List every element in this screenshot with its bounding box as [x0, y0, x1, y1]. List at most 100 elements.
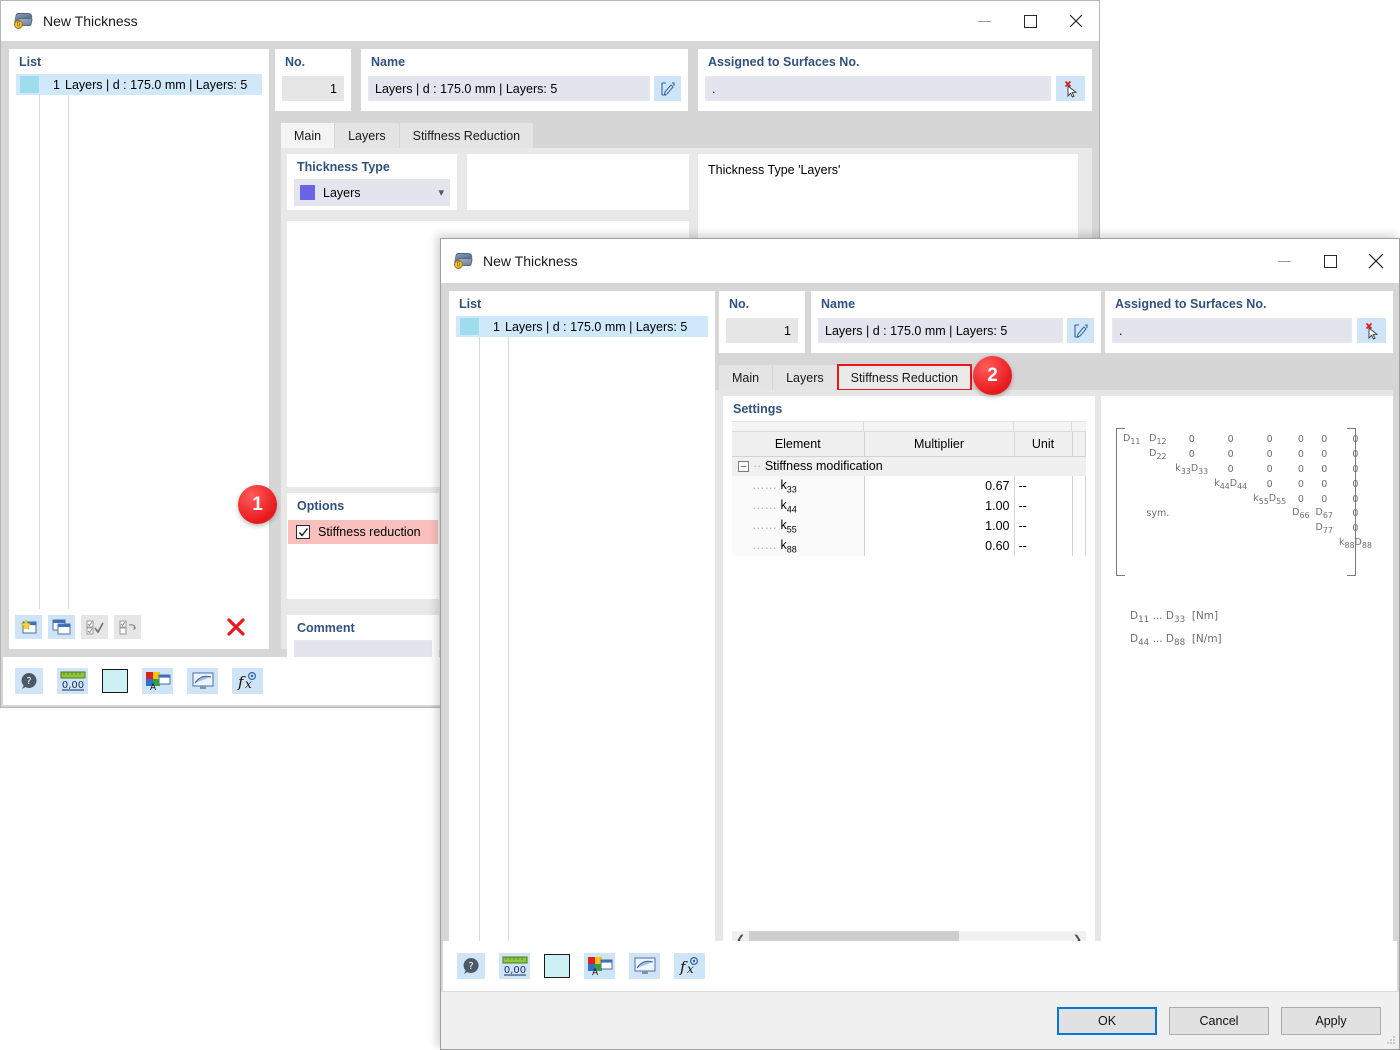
- cancel-button[interactable]: Cancel: [1169, 1006, 1269, 1035]
- maximize-icon[interactable]: [1307, 239, 1353, 283]
- select-all-icon[interactable]: [81, 615, 108, 639]
- settings-group: Settings Element Multiplier Unit – ·· St…: [723, 396, 1095, 987]
- tab-stiffness-reduction[interactable]: Stiffness Reduction: [399, 123, 534, 148]
- svg-text:A: A: [150, 683, 157, 691]
- no-title-dialog2: No.: [729, 297, 750, 311]
- matrix-table: D11 D12 0 0 0 0 0 0 D22 0 0 0 0 0 0 k33D33 0 0 0 0 0 k44D4…: [1120, 432, 1375, 551]
- stiffness-reduction-checkbox[interactable]: Stiffness reduction: [288, 520, 438, 544]
- settings-title: Settings: [733, 402, 783, 416]
- m-4-4: k55D55: [1253, 492, 1287, 506]
- list-box-dialog1[interactable]: 1 Layers | d : 175.0 mm | Layers: 5: [16, 74, 262, 642]
- table-row[interactable]: …… k55 1.00 --: [732, 516, 1086, 536]
- color-swatch-icon[interactable]: [544, 954, 570, 978]
- edit-name-icon[interactable]: [654, 76, 681, 101]
- settings-table[interactable]: Element Multiplier Unit – ·· Stiffness mo…: [732, 421, 1086, 931]
- table-row[interactable]: …… k88 0.60 --: [732, 536, 1086, 556]
- resize-grip[interactable]: [1384, 1034, 1396, 1046]
- thickness-type-combo[interactable]: Layers ▾: [294, 179, 450, 206]
- invert-selection-icon[interactable]: [114, 615, 141, 639]
- name-field-dialog2[interactable]: Layers | d : 175.0 mm | Layers: 5: [818, 318, 1063, 343]
- list-box-dialog2[interactable]: 1 Layers | d : 175.0 mm | Layers: 5: [456, 316, 708, 944]
- close-icon[interactable]: [1053, 1, 1099, 41]
- text-format-icon[interactable]: A: [584, 953, 615, 979]
- list-group-dialog2: List 1 Layers | d : 175.0 mm | Layers: 5: [449, 291, 715, 993]
- multiplier-value[interactable]: 1.00: [864, 516, 1015, 536]
- list-column-separator: [68, 95, 69, 642]
- options-title: Options: [297, 499, 345, 513]
- thickness-type-color-swatch: [300, 185, 315, 200]
- column-header-multiplier[interactable]: Multiplier: [864, 432, 1015, 457]
- tab-main[interactable]: Main: [719, 365, 773, 390]
- name-field-dialog1[interactable]: Layers | d : 175.0 mm | Layers: 5: [368, 76, 650, 101]
- matrix-legend-line-1: D11 ... D33 [Nm]: [1130, 610, 1219, 626]
- m-1-5: 0: [1297, 448, 1304, 460]
- tab-main[interactable]: Main: [281, 123, 335, 148]
- matrix-row: k55D55 0 0 0: [1120, 492, 1375, 507]
- m-2-2: k33D33: [1175, 462, 1209, 476]
- help-icon[interactable]: ?: [457, 953, 485, 979]
- multiplier-value[interactable]: 0.67: [864, 476, 1015, 496]
- matrix-row: k44D44 0 0 0 0: [1120, 477, 1375, 492]
- chevron-down-icon[interactable]: ▾: [438, 186, 444, 199]
- table-group-row[interactable]: – ·· Stiffness modification: [732, 456, 1086, 476]
- matrix-row: k33D33 0 0 0 0 0: [1120, 462, 1375, 477]
- m-2-6: 0: [1321, 463, 1328, 475]
- delete-icon[interactable]: [222, 615, 249, 639]
- formula-icon[interactable]: f x: [674, 953, 705, 979]
- display-icon[interactable]: [629, 953, 660, 979]
- display-icon[interactable]: [187, 668, 218, 694]
- tab-layers[interactable]: Layers: [335, 123, 399, 148]
- no-field-dialog2[interactable]: 1: [726, 318, 798, 343]
- collapse-icon[interactable]: –: [738, 461, 749, 473]
- matrix-row: k88D88: [1120, 536, 1375, 551]
- pick-surfaces-icon[interactable]: [1357, 318, 1386, 343]
- list-item[interactable]: 1 Layers | d : 175.0 mm | Layers: 5: [456, 316, 708, 337]
- formula-icon[interactable]: f x: [232, 668, 263, 694]
- tabs-dialog1: Main Layers Stiffness Reduction: [281, 123, 534, 148]
- minimize-icon[interactable]: [961, 1, 1007, 41]
- apply-button[interactable]: Apply: [1281, 1006, 1381, 1035]
- m-1-4: 0: [1266, 448, 1273, 460]
- assigned-title-dialog1: Assigned to Surfaces No.: [708, 55, 860, 69]
- help-icon[interactable]: ?: [15, 668, 43, 694]
- matrix-row: D77 0: [1120, 521, 1375, 536]
- tab-stiffness-reduction[interactable]: Stiffness Reduction: [836, 364, 973, 391]
- list-color-swatch: [460, 318, 479, 335]
- multiplier-value[interactable]: 0.60: [864, 536, 1015, 556]
- m-3-3: k44D44: [1214, 477, 1248, 491]
- matrix-row: D22 0 0 0 0 0 0: [1120, 447, 1375, 462]
- svg-text:?: ?: [26, 676, 31, 687]
- list-item[interactable]: 1 Layers | d : 175.0 mm | Layers: 5: [16, 74, 262, 95]
- thickness-type-title: Thickness Type: [297, 160, 390, 174]
- column-header-unit[interactable]: Unit: [1014, 432, 1073, 457]
- units-icon[interactable]: 0,00: [57, 668, 88, 694]
- multiplier-value[interactable]: 1.00: [864, 496, 1015, 516]
- status-toolbar-dialog2: ? 0,00 A f x: [443, 941, 1397, 991]
- new-icon[interactable]: [15, 615, 42, 639]
- close-icon[interactable]: [1353, 239, 1399, 283]
- thickness-type-group: Thickness Type Layers ▾: [287, 154, 457, 210]
- column-header-element[interactable]: Element: [732, 432, 865, 457]
- assigned-group-dialog1: Assigned to Surfaces No. .: [698, 49, 1092, 111]
- text-format-icon[interactable]: A: [142, 668, 173, 694]
- pick-surfaces-icon[interactable]: [1056, 76, 1085, 101]
- table-row[interactable]: …… k33 0.67 --: [732, 476, 1086, 496]
- m-1-3: 0: [1227, 448, 1234, 460]
- copy-icon[interactable]: [48, 615, 75, 639]
- name-group-dialog1: Name Layers | d : 175.0 mm | Layers: 5: [361, 49, 688, 111]
- units-icon[interactable]: 0,00: [499, 953, 530, 979]
- edit-name-icon[interactable]: [1067, 318, 1094, 343]
- table-row[interactable]: …… k44 1.00 --: [732, 496, 1086, 516]
- no-field-dialog1[interactable]: 1: [282, 76, 344, 101]
- maximize-icon[interactable]: [1007, 1, 1053, 41]
- matrix-row: D11 D12 0 0 0 0 0 0: [1120, 432, 1375, 447]
- assigned-field-dialog1[interactable]: .: [705, 76, 1051, 101]
- assigned-field-dialog2[interactable]: .: [1112, 318, 1352, 343]
- color-swatch-icon[interactable]: [102, 669, 128, 693]
- column-header-extra[interactable]: [1072, 432, 1086, 457]
- tab-layers[interactable]: Layers: [773, 365, 837, 390]
- ok-button[interactable]: OK: [1057, 1006, 1157, 1035]
- minimize-icon[interactable]: [1261, 239, 1307, 283]
- list-item-label: Layers | d : 175.0 mm | Layers: 5: [65, 77, 248, 92]
- matrix-legend-line-2: D44 ... D88 [N/m]: [1130, 633, 1222, 649]
